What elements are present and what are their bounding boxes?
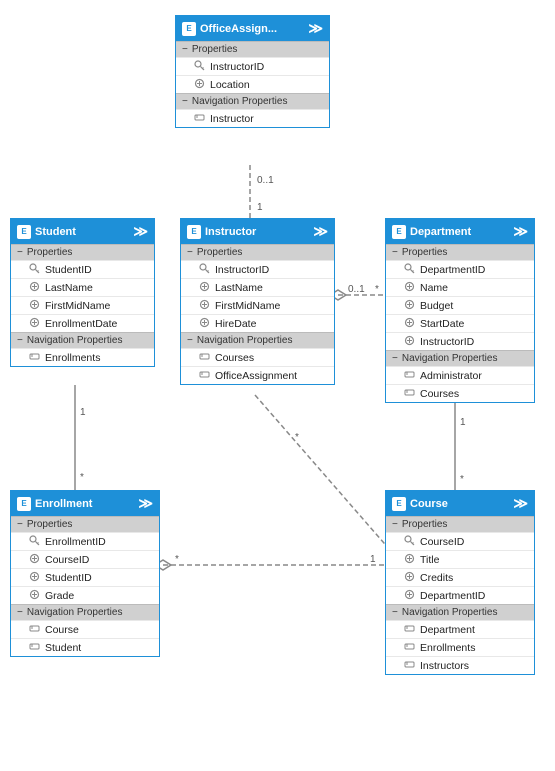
student-expand[interactable]: ≫ — [133, 223, 148, 240]
svg-text:0..1: 0..1 — [257, 175, 274, 186]
field-courses-nav-i: Courses — [181, 348, 334, 366]
field-grade-e: Grade — [11, 586, 159, 604]
field-instructors-nav-c: Instructors — [386, 656, 534, 674]
instructor-title: Instructor — [205, 226, 256, 238]
svg-text:*: * — [460, 474, 464, 485]
student-title: Student — [35, 226, 76, 238]
svg-text:1: 1 — [460, 417, 466, 428]
officeassignment-props-header: − Properties — [176, 41, 329, 57]
field-startdate-d: StartDate — [386, 314, 534, 332]
field-studentid: StudentID — [11, 260, 154, 278]
instructor-header: E Instructor ≫ — [181, 219, 334, 244]
field-lastname-i: LastName — [181, 278, 334, 296]
field-departmentid-c: DepartmentID — [386, 586, 534, 604]
svg-text:E: E — [191, 227, 197, 236]
field-lastname-s: LastName — [11, 278, 154, 296]
department-icon: E — [392, 225, 406, 239]
field-courseid-e: CourseID — [11, 550, 159, 568]
field-studentid-e: StudentID — [11, 568, 159, 586]
course-props-header: − Properties — [386, 516, 534, 532]
course-title: Course — [410, 498, 448, 510]
instructor-entity: E Instructor ≫ − Properties InstructorID… — [180, 218, 335, 385]
course-entity: E Course ≫ − Properties CourseID Title C… — [385, 490, 535, 675]
field-firstmidname-i: FirstMidName — [181, 296, 334, 314]
department-props-header: − Properties — [386, 244, 534, 260]
student-icon: E — [17, 225, 31, 239]
field-location-oa: Location — [176, 75, 329, 93]
student-entity: E Student ≫ − Properties StudentID LastN… — [10, 218, 155, 367]
department-nav-header: − Navigation Properties — [386, 350, 534, 366]
field-instructorid-i: InstructorID — [181, 260, 334, 278]
student-nav-header: − Navigation Properties — [11, 332, 154, 348]
enrollment-props-header: − Properties — [11, 516, 159, 532]
instructor-nav-header: − Navigation Properties — [181, 332, 334, 348]
student-header: E Student ≫ — [11, 219, 154, 244]
department-title: Department — [410, 226, 471, 238]
enrollment-expand[interactable]: ≫ — [138, 495, 153, 512]
svg-text:E: E — [396, 499, 402, 508]
svg-text:E: E — [21, 499, 27, 508]
field-courses-nav-d: Courses — [386, 384, 534, 402]
field-officeassignment-nav-i: OfficeAssignment — [181, 366, 334, 384]
field-enrollmentdate: EnrollmentDate — [11, 314, 154, 332]
field-departmentid-d: DepartmentID — [386, 260, 534, 278]
officeassignment-title: OfficeAssign... — [200, 23, 277, 35]
department-header: E Department ≫ — [386, 219, 534, 244]
svg-text:*: * — [175, 554, 179, 565]
course-icon: E — [392, 497, 406, 511]
field-department-nav-c: Department — [386, 620, 534, 638]
student-props-header: − Properties — [11, 244, 154, 260]
field-budget-d: Budget — [386, 296, 534, 314]
svg-text:*: * — [295, 432, 299, 443]
svg-text:*: * — [375, 284, 379, 295]
officeassignment-expand[interactable]: ≫ — [308, 20, 323, 37]
course-expand[interactable]: ≫ — [513, 495, 528, 512]
diagram: 0..1 1 0..1 * 1 * 1 * * * 1 E OfficeAssi… — [0, 0, 555, 771]
svg-text:E: E — [21, 227, 27, 236]
svg-text:1: 1 — [257, 202, 263, 213]
field-name-d: Name — [386, 278, 534, 296]
svg-text:E: E — [396, 227, 402, 236]
field-enrollmentid-e: EnrollmentID — [11, 532, 159, 550]
field-hiredate-i: HireDate — [181, 314, 334, 332]
enrollment-entity: E Enrollment ≫ − Properties EnrollmentID… — [10, 490, 160, 657]
course-nav-header: − Navigation Properties — [386, 604, 534, 620]
officeassignment-entity: E OfficeAssign... ≫ − Properties Instruc… — [175, 15, 330, 128]
field-instructorid-oa: InstructorID — [176, 57, 329, 75]
svg-text:1: 1 — [370, 554, 376, 565]
field-administrator-nav-d: Administrator — [386, 366, 534, 384]
department-entity: E Department ≫ − Properties DepartmentID… — [385, 218, 535, 403]
instructor-expand[interactable]: ≫ — [313, 223, 328, 240]
field-courseid-c: CourseID — [386, 532, 534, 550]
course-header: E Course ≫ — [386, 491, 534, 516]
svg-text:0..1: 0..1 — [348, 284, 365, 295]
field-enrollments-nav: Enrollments — [11, 348, 154, 366]
svg-text:E: E — [186, 24, 192, 33]
field-firstmidname-s: FirstMidName — [11, 296, 154, 314]
instructor-props-header: − Properties — [181, 244, 334, 260]
field-instructorid-d: InstructorID — [386, 332, 534, 350]
field-course-nav-e: Course — [11, 620, 159, 638]
svg-text:1: 1 — [80, 407, 86, 418]
instructor-icon: E — [187, 225, 201, 239]
enrollment-icon: E — [17, 497, 31, 511]
field-student-nav-e: Student — [11, 638, 159, 656]
field-instructor-nav-oa: Instructor — [176, 109, 329, 127]
field-credits-c: Credits — [386, 568, 534, 586]
enrollment-title: Enrollment — [35, 498, 92, 510]
department-expand[interactable]: ≫ — [513, 223, 528, 240]
svg-text:*: * — [80, 472, 84, 483]
enrollment-nav-header: − Navigation Properties — [11, 604, 159, 620]
officeassignment-icon: E — [182, 22, 196, 36]
field-title-c: Title — [386, 550, 534, 568]
officeassignment-nav-header: − Navigation Properties — [176, 93, 329, 109]
officeassignment-header: E OfficeAssign... ≫ — [176, 16, 329, 41]
field-enrollments-nav-c: Enrollments — [386, 638, 534, 656]
enrollment-header: E Enrollment ≫ — [11, 491, 159, 516]
